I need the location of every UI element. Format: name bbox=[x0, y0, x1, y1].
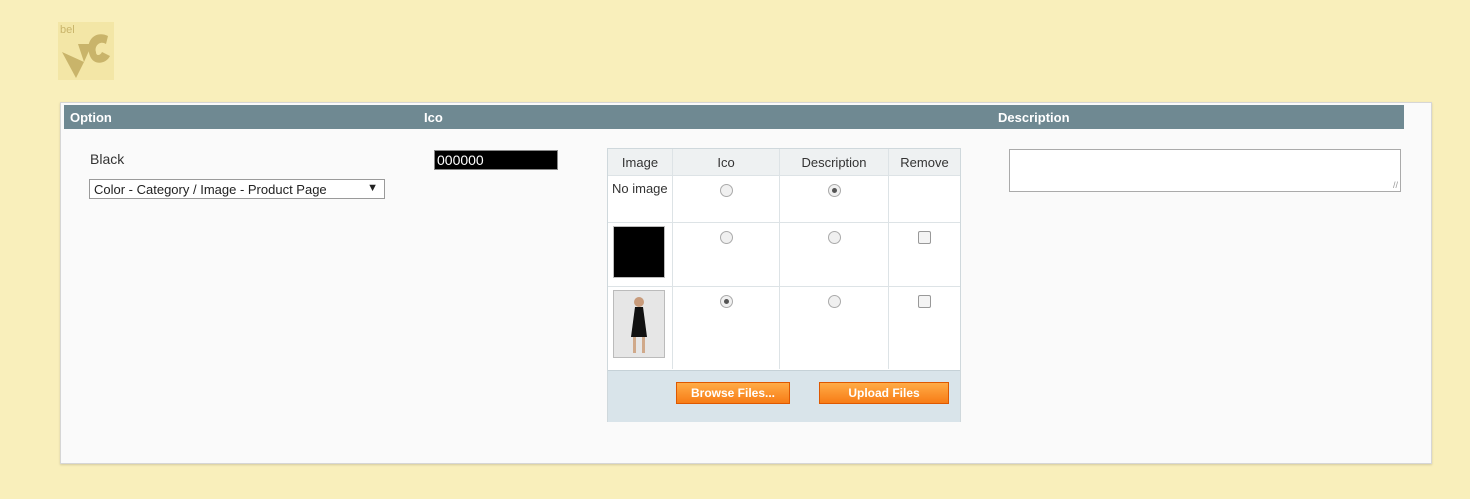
table-row bbox=[608, 286, 960, 369]
upload-files-button[interactable]: Upload Files bbox=[819, 382, 949, 404]
description-textarea[interactable]: // bbox=[1009, 149, 1401, 192]
table-row: No image bbox=[608, 175, 960, 223]
ico-color-input[interactable]: 000000 bbox=[434, 150, 558, 170]
logo-text: bel bbox=[60, 24, 75, 36]
header-ico: Ico bbox=[424, 110, 443, 125]
table-header: Option Ico Description bbox=[64, 105, 1404, 129]
header-description: Description bbox=[998, 110, 1070, 125]
description-radio[interactable] bbox=[827, 231, 841, 244]
table-row bbox=[608, 222, 960, 287]
col-ico: Ico bbox=[672, 149, 780, 176]
col-description: Description bbox=[779, 149, 889, 176]
display-type-select[interactable]: Color - Category / Image - Product Page … bbox=[89, 179, 385, 199]
dropdown-arrow-icon: ▼ bbox=[367, 182, 378, 194]
description-radio[interactable] bbox=[827, 184, 841, 197]
remove-checkbox[interactable] bbox=[918, 295, 931, 308]
image-table: Image Ico Description Remove No image bbox=[608, 149, 960, 369]
resize-grip-icon[interactable]: // bbox=[1393, 180, 1398, 190]
col-image: Image bbox=[608, 149, 673, 176]
ico-radio[interactable] bbox=[719, 231, 733, 244]
display-type-value: Color - Category / Image - Product Page bbox=[94, 182, 327, 197]
description-radio[interactable] bbox=[827, 295, 841, 308]
image-manager: Image Ico Description Remove No image Br… bbox=[607, 148, 961, 422]
ico-radio[interactable] bbox=[719, 184, 733, 197]
black-swatch-thumbnail bbox=[613, 226, 665, 278]
option-panel: Option Ico Description Black Color - Cat… bbox=[60, 102, 1432, 464]
option-name: Black bbox=[90, 151, 125, 167]
dress-photo-thumbnail bbox=[613, 290, 665, 358]
upload-toolbar: Browse Files... Upload Files bbox=[608, 370, 960, 422]
ico-radio[interactable] bbox=[719, 295, 733, 308]
header-option: Option bbox=[70, 110, 112, 125]
no-image-label: No image bbox=[608, 175, 673, 223]
brand-logo: bel bbox=[58, 22, 114, 80]
col-remove: Remove bbox=[888, 149, 960, 176]
remove-checkbox[interactable] bbox=[918, 231, 931, 244]
browse-files-button[interactable]: Browse Files... bbox=[676, 382, 790, 404]
